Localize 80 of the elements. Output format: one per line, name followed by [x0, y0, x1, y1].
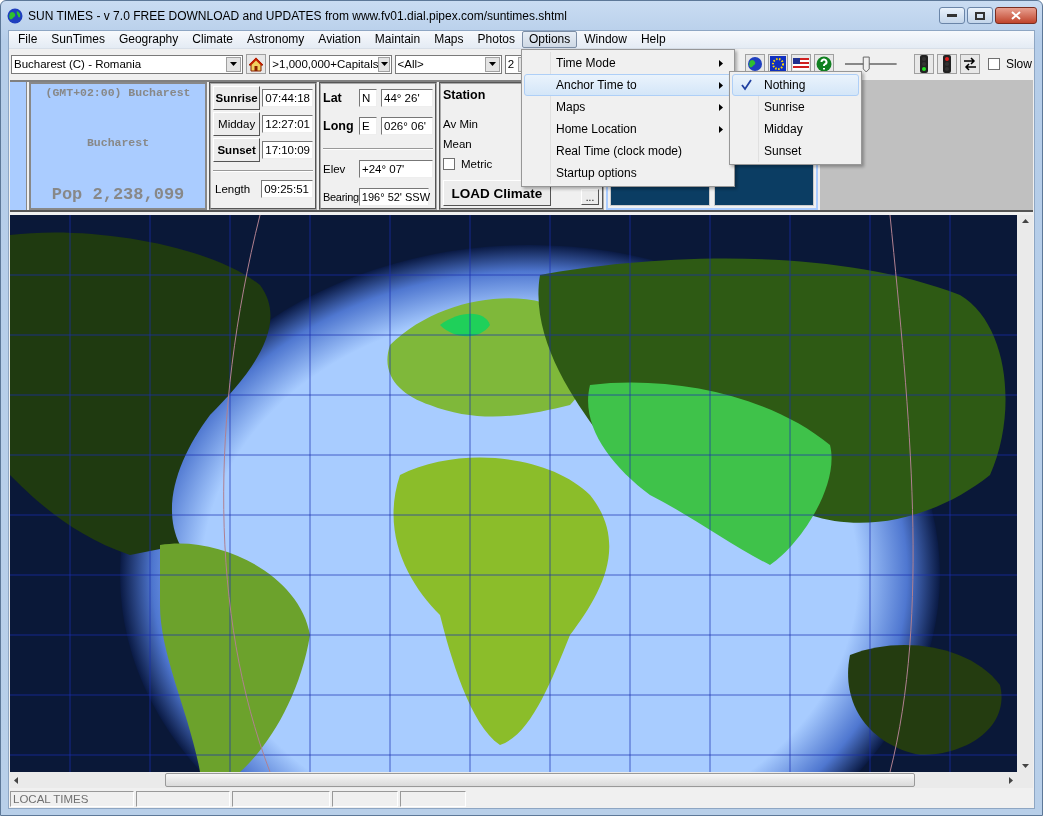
globe-icon [7, 7, 23, 24]
menu-entry[interactable]: Real Time (clock mode) [524, 140, 732, 162]
elevation-field[interactable]: +24° 07' [359, 160, 433, 178]
metric-checkbox[interactable] [443, 158, 455, 170]
hemisphere-field[interactable]: N [359, 89, 377, 107]
scroll-left-icon[interactable] [14, 776, 18, 784]
length-field[interactable]: 09:25:51 [261, 180, 313, 198]
metric-label: Metric [461, 158, 493, 170]
menu-item[interactable]: Maintain [367, 31, 428, 48]
menu-item[interactable]: File [11, 31, 45, 48]
menu-entry[interactable]: Anchor Time to [524, 74, 732, 96]
help-button[interactable] [813, 54, 834, 74]
menu-item[interactable]: Astronomy [240, 31, 312, 48]
time-field[interactable]: 17:10:09 [262, 141, 313, 159]
menu-entry[interactable]: Sunrise [732, 96, 859, 118]
menu-item[interactable]: Window [577, 31, 634, 48]
time-button[interactable]: Sunset [213, 138, 261, 162]
time-field[interactable]: 07:44:18 [262, 89, 313, 107]
status-text: LOCAL TIMES [10, 791, 134, 807]
menu-item[interactable]: Options [521, 31, 578, 48]
close-button[interactable] [995, 7, 1037, 24]
close-icon [1011, 11, 1021, 20]
scroll-up-icon[interactable] [1021, 219, 1029, 223]
bearing-field[interactable]: 196° 52' SSW [358, 188, 429, 206]
window-title: SUN TIMES - v 7.0 FREE DOWNLOAD and UPDATES from www.fv01.dial.pipex.com/suntimes.shtml [28, 8, 569, 23]
maximize-icon [975, 11, 985, 20]
menu-item[interactable]: Photos [470, 31, 522, 48]
status-pane [332, 791, 398, 807]
longitude-field[interactable]: 026° 06' [381, 117, 433, 135]
menu-item[interactable]: Climate [185, 31, 240, 48]
status-pane [400, 791, 466, 807]
slow-checkbox[interactable] [988, 58, 1000, 70]
dropdown-field[interactable]: Bucharest (C) - Romania [11, 54, 244, 74]
menu-item[interactable]: Aviation [311, 31, 368, 48]
hemisphere-field[interactable]: E [359, 117, 377, 135]
dropdown-arrow-icon [488, 62, 496, 66]
striped-flag-button[interactable] [791, 54, 811, 74]
menu-item[interactable]: Help [633, 31, 673, 48]
globe-button[interactable] [745, 54, 766, 74]
timezone-text: (GMT+02:00) Bucharest [45, 86, 191, 99]
star-flag-button[interactable] [768, 54, 789, 74]
swap-arrows-button[interactable] [960, 54, 980, 74]
av-min-label: Av Min [443, 118, 478, 130]
dropdown-field[interactable]: >1,000,000+Capitals [269, 54, 392, 74]
menu-entry[interactable]: Maps [524, 96, 732, 118]
mean-label: Mean [443, 138, 472, 150]
latitude-field[interactable]: 44° 26' [381, 89, 433, 107]
minimize-icon [947, 14, 957, 17]
maximize-button[interactable] [967, 7, 993, 24]
time-button[interactable]: Sunrise [213, 86, 261, 110]
minimize-button[interactable] [939, 7, 965, 24]
home-button[interactable] [246, 54, 267, 74]
speed-slider[interactable] [842, 54, 899, 74]
time-field[interactable]: 12:27:01 [262, 115, 313, 133]
load-climate-button[interactable]: LOAD Climate [443, 180, 551, 206]
menu-entry[interactable]: Sunset [732, 140, 859, 162]
dropdown-arrow-icon [380, 62, 388, 66]
city-name: Bucharest [86, 135, 150, 149]
menu-item[interactable]: SunTimes [44, 31, 112, 48]
elev-label: Elev [323, 163, 347, 175]
menu-entry[interactable]: Midday [732, 118, 859, 140]
population-text: Pop 2,238,099 [51, 185, 185, 204]
length-label: Length [215, 183, 252, 195]
traffic-light-button[interactable] [937, 54, 958, 74]
bearing-label: Bearing [323, 191, 359, 203]
more-button[interactable]: ... [581, 189, 599, 205]
menu-item[interactable]: Maps [427, 31, 471, 48]
lat-label: Lat [323, 91, 343, 105]
scroll-down-icon[interactable] [1021, 764, 1029, 768]
menu-entry[interactable]: Nothing [732, 74, 859, 96]
menu-item[interactable]: Geography [111, 31, 186, 48]
time-button[interactable]: Midday [213, 112, 261, 136]
traffic-light-button[interactable] [914, 54, 935, 74]
scroll-right-icon[interactable] [1009, 776, 1013, 784]
station-label: Station [443, 88, 486, 102]
dropdown-arrow-icon [230, 62, 238, 66]
long-label: Long [323, 119, 355, 133]
checkbox-label: Slow [1005, 57, 1032, 71]
menu-entry[interactable]: Home Location [524, 118, 732, 140]
dropdown-field[interactable]: <All> [394, 54, 502, 74]
